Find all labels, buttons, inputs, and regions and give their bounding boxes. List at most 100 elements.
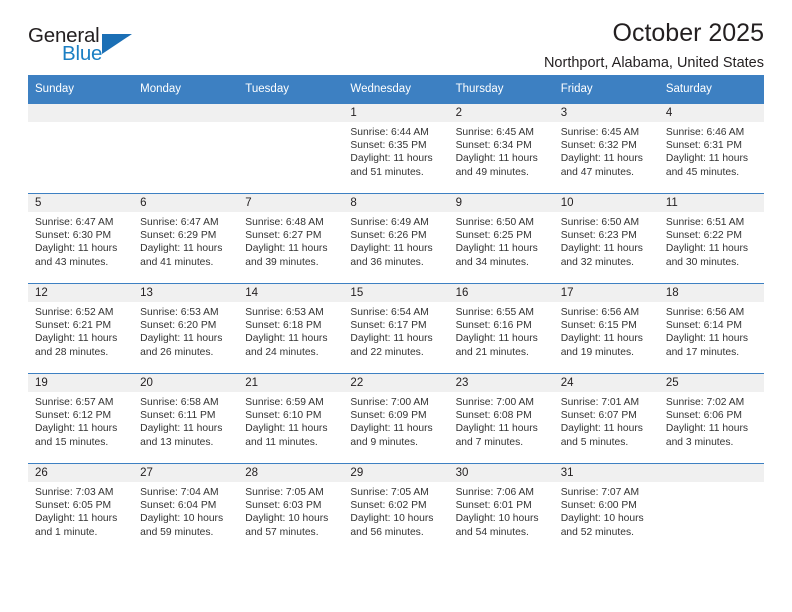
calendar-day-cell[interactable]: 31 Sunrise: 7:07 AM Sunset: 6:00 PM Dayligh…: [553, 463, 659, 553]
calendar-day-cell[interactable]: 22 Sunrise: 7:00 AM Sunset: 6:09 PM Dayligh…: [343, 373, 449, 464]
calendar-day-cell[interactable]: 13 Sunrise: 6:53 AM Sunset: 6:20 PM Dayligh…: [133, 283, 239, 374]
calendar-day-cell[interactable]: 23 Sunrise: 7:00 AM Sunset: 6:08 PM Dayligh…: [448, 373, 554, 464]
sunset-text: Sunset: 6:01 PM: [455, 500, 532, 512]
calendar-day-cell[interactable]: 12 Sunrise: 6:52 AM Sunset: 6:21 PM Dayligh…: [28, 283, 134, 374]
calendar-day-cell[interactable]: 26 Sunrise: 7:03 AM Sunset: 6:05 PM Dayligh…: [28, 463, 134, 553]
day-number: 10: [553, 194, 659, 212]
sunrise-text: Sunrise: 6:58 AM: [140, 397, 219, 408]
sunrise-text: Sunrise: 6:59 AM: [245, 397, 324, 408]
day-details: Sunrise: 6:47 AM Sunset: 6:30 PM Daylight:…: [28, 212, 133, 269]
calendar-day-cell[interactable]: 25 Sunrise: 7:02 AM Sunset: 6:06 PM Dayligh…: [658, 373, 764, 464]
sunrise-text: Sunrise: 6:52 AM: [35, 307, 114, 318]
calendar-day-cell[interactable]: 7 Sunrise: 6:48 AM Sunset: 6:27 PM Daylight…: [238, 193, 344, 284]
sunset-text: Sunset: 6:05 PM: [35, 500, 112, 512]
day-number: 8: [343, 194, 449, 212]
calendar-day-cell[interactable]: 8 Sunrise: 6:49 AM Sunset: 6:26 PM Daylight…: [343, 193, 449, 284]
page-title: October 2025: [612, 19, 765, 47]
sunset-text: Sunset: 6:00 PM: [560, 500, 637, 512]
day-details: Sunrise: 6:53 AM Sunset: 6:20 PM Daylight:…: [133, 302, 238, 359]
daylight-text-line1: Daylight: 11 hours: [560, 423, 643, 435]
daylight-text-line2: and 59 minutes.: [140, 526, 214, 538]
calendar-day-cell[interactable]: 11 Sunrise: 6:51 AM Sunset: 6:22 PM Dayligh…: [658, 193, 764, 284]
sunrise-text: Sunrise: 7:00 AM: [350, 397, 429, 408]
weekday-header-sunday: Sunday: [28, 75, 134, 104]
sunset-text: Sunset: 6:09 PM: [350, 410, 427, 422]
calendar-day-cell-empty: [28, 103, 134, 194]
daylight-text-line2: and 51 minutes.: [350, 166, 424, 178]
sunset-text: Sunset: 6:23 PM: [560, 230, 637, 242]
daylight-text-line1: Daylight: 11 hours: [455, 333, 538, 345]
calendar-day-cell[interactable]: 16 Sunrise: 6:55 AM Sunset: 6:16 PM Dayligh…: [448, 283, 554, 374]
calendar-day-cell[interactable]: 10 Sunrise: 6:50 AM Sunset: 6:23 PM Dayligh…: [553, 193, 659, 284]
calendar-day-cell[interactable]: 27 Sunrise: 7:04 AM Sunset: 6:04 PM Dayligh…: [133, 463, 239, 553]
general-blue-logo[interactable]: General Blue: [28, 24, 148, 70]
calendar-day-cell[interactable]: 14 Sunrise: 6:53 AM Sunset: 6:18 PM Dayligh…: [238, 283, 344, 374]
calendar-day-cell[interactable]: 19 Sunrise: 6:57 AM Sunset: 6:12 PM Dayligh…: [28, 373, 134, 464]
sunrise-text: Sunrise: 6:46 AM: [665, 127, 745, 138]
day-number: [658, 464, 764, 482]
day-details: Sunrise: 7:06 AM Sunset: 6:01 PM Daylight:…: [449, 482, 554, 539]
day-number: 21: [238, 374, 344, 392]
calendar-day-cell[interactable]: 3 Sunrise: 6:45 AM Sunset: 6:32 PM Daylight…: [553, 103, 659, 194]
day-number: 15: [343, 284, 449, 302]
calendar-day-cell[interactable]: 2 Sunrise: 6:45 AM Sunset: 6:34 PM Daylight…: [448, 103, 554, 194]
sunrise-text: Sunrise: 6:56 AM: [665, 307, 745, 318]
calendar-day-cell[interactable]: 24 Sunrise: 7:01 AM Sunset: 6:07 PM Dayligh…: [553, 373, 659, 464]
daylight-text-line1: Daylight: 11 hours: [35, 333, 118, 345]
daylight-text-line2: and 21 minutes.: [455, 346, 529, 358]
day-details: Sunrise: 6:58 AM Sunset: 6:11 PM Daylight:…: [133, 392, 238, 449]
sunset-text: Sunset: 6:08 PM: [455, 410, 532, 422]
calendar-day-cell[interactable]: 29 Sunrise: 7:05 AM Sunset: 6:02 PM Dayligh…: [343, 463, 449, 553]
calendar-day-cell[interactable]: 9 Sunrise: 6:50 AM Sunset: 6:25 PM Daylight…: [448, 193, 554, 284]
calendar-day-cell[interactable]: 17 Sunrise: 6:56 AM Sunset: 6:15 PM Dayligh…: [553, 283, 659, 374]
calendar-day-cell[interactable]: 18 Sunrise: 6:56 AM Sunset: 6:14 PM Dayligh…: [658, 283, 764, 374]
day-number: 1: [343, 104, 449, 122]
day-number: [238, 104, 344, 122]
calendar-week-row: 1 Sunrise: 6:44 AM Sunset: 6:35 PM Daylight…: [28, 103, 764, 194]
sunrise-text: Sunrise: 6:56 AM: [560, 307, 640, 318]
daylight-text-line1: Daylight: 11 hours: [140, 243, 223, 255]
calendar-day-cell[interactable]: 21 Sunrise: 6:59 AM Sunset: 6:10 PM Dayligh…: [238, 373, 344, 464]
daylight-text-line1: Daylight: 11 hours: [455, 423, 538, 435]
daylight-text-line1: Daylight: 11 hours: [350, 153, 433, 165]
calendar-day-cell[interactable]: 28 Sunrise: 7:05 AM Sunset: 6:03 PM Dayligh…: [238, 463, 344, 553]
daylight-text-line2: and 47 minutes.: [560, 166, 634, 178]
calendar-day-cell[interactable]: 30 Sunrise: 7:06 AM Sunset: 6:01 PM Dayligh…: [448, 463, 554, 553]
calendar-day-cell[interactable]: 6 Sunrise: 6:47 AM Sunset: 6:29 PM Daylight…: [133, 193, 239, 284]
sunset-text: Sunset: 6:35 PM: [350, 140, 427, 152]
daylight-text-line1: Daylight: 11 hours: [560, 243, 643, 255]
sunset-text: Sunset: 6:30 PM: [35, 230, 112, 242]
calendar-day-cell-empty: [133, 103, 239, 194]
day-details: Sunrise: 6:50 AM Sunset: 6:25 PM Daylight:…: [449, 212, 554, 269]
day-number: 20: [133, 374, 239, 392]
day-details: Sunrise: 6:59 AM Sunset: 6:10 PM Daylight:…: [238, 392, 343, 449]
daylight-text-line1: Daylight: 11 hours: [455, 153, 538, 165]
sunset-text: Sunset: 6:16 PM: [455, 320, 532, 332]
calendar-week-row: 12 Sunrise: 6:52 AM Sunset: 6:21 PM Dayligh…: [28, 283, 764, 374]
day-number: 29: [343, 464, 449, 482]
calendar-day-cell[interactable]: 15 Sunrise: 6:54 AM Sunset: 6:17 PM Dayligh…: [343, 283, 449, 374]
day-details: Sunrise: 6:54 AM Sunset: 6:17 PM Daylight:…: [343, 302, 448, 359]
day-details: Sunrise: 6:50 AM Sunset: 6:23 PM Daylight:…: [554, 212, 659, 269]
calendar-day-cell-empty: [238, 103, 344, 194]
sunrise-text: Sunrise: 6:45 AM: [560, 127, 640, 138]
calendar-day-cell[interactable]: 5 Sunrise: 6:47 AM Sunset: 6:30 PM Daylight…: [28, 193, 134, 284]
calendar-day-cell[interactable]: 1 Sunrise: 6:44 AM Sunset: 6:35 PM Daylight…: [343, 103, 449, 194]
daylight-text-line2: and 36 minutes.: [350, 256, 424, 268]
day-number: 18: [658, 284, 764, 302]
daylight-text-line1: Daylight: 11 hours: [350, 423, 433, 435]
logo-text-blue: Blue: [62, 42, 103, 65]
day-details: Sunrise: 7:05 AM Sunset: 6:03 PM Daylight:…: [238, 482, 343, 539]
daylight-text-line1: Daylight: 11 hours: [245, 243, 328, 255]
sunset-text: Sunset: 6:34 PM: [455, 140, 532, 152]
calendar-day-cell[interactable]: 20 Sunrise: 6:58 AM Sunset: 6:11 PM Dayligh…: [133, 373, 239, 464]
title-block: October 2025 Northport, Alabama, United …: [544, 19, 765, 72]
daylight-text-line2: and 1 minute.: [35, 526, 98, 538]
day-details: Sunrise: 7:00 AM Sunset: 6:09 PM Daylight:…: [343, 392, 448, 449]
sunrise-text: Sunrise: 6:50 AM: [455, 217, 534, 228]
daylight-text-line2: and 7 minutes.: [455, 436, 524, 448]
sunrise-text: Sunrise: 6:57 AM: [35, 397, 114, 408]
calendar-day-cell[interactable]: 4 Sunrise: 6:46 AM Sunset: 6:31 PM Daylight…: [658, 103, 764, 194]
day-number: [28, 104, 134, 122]
day-details: Sunrise: 6:46 AM Sunset: 6:31 PM Daylight:…: [659, 122, 764, 179]
